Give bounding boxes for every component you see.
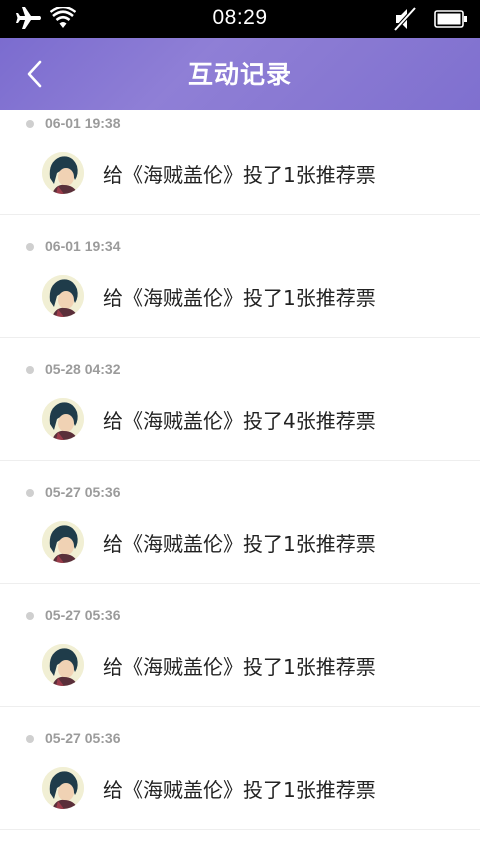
record-timestamp: 05-27 05:36 <box>45 730 121 746</box>
timeline-dot <box>26 489 34 497</box>
record-text: 给《海贼盖伦》投了4张推荐票 <box>103 409 376 433</box>
avatar[interactable] <box>42 521 84 563</box>
timeline-dot <box>26 735 34 743</box>
page-title: 互动记录 <box>187 60 292 89</box>
record-text: 给《海贼盖伦》投了1张推荐票 <box>103 778 376 802</box>
list-item[interactable]: 05-27 05:36 给《海贼盖伦》投了1张推荐票 <box>0 461 480 584</box>
record-timestamp: 06-01 19:38 <box>45 115 121 131</box>
status-bar: 08:29 <box>0 0 480 38</box>
avatar[interactable] <box>42 767 84 809</box>
record-timestamp: 05-27 05:36 <box>45 607 121 623</box>
list-item[interactable]: 05-27 05:36 给《海贼盖伦》投了1张推荐票 <box>0 584 480 707</box>
mute-icon <box>393 6 417 35</box>
timeline-dot <box>26 243 34 251</box>
record-text: 给《海贼盖伦》投了1张推荐票 <box>103 163 376 187</box>
interaction-record-list[interactable]: 06-01 19:38 给《海贼盖伦》投了1张推荐票 06-01 19:34 给… <box>0 92 480 830</box>
record-text: 给《海贼盖伦》投了1张推荐票 <box>103 532 376 556</box>
list-item[interactable]: 05-27 05:36 给《海贼盖伦》投了1张推荐票 <box>0 707 480 830</box>
list-item[interactable]: 06-01 19:34 给《海贼盖伦》投了1张推荐票 <box>0 215 480 338</box>
timeline-dot <box>26 366 34 374</box>
list-item[interactable]: 06-01 19:38 给《海贼盖伦》投了1张推荐票 <box>0 92 480 215</box>
timeline-dot <box>26 612 34 620</box>
record-timestamp: 05-28 04:32 <box>45 361 121 377</box>
avatar[interactable] <box>42 644 84 686</box>
record-timestamp: 05-27 05:36 <box>45 484 121 500</box>
list-item[interactable]: 05-28 04:32 给《海贼盖伦》投了4张推荐票 <box>0 338 480 461</box>
record-text: 给《海贼盖伦》投了1张推荐票 <box>103 286 376 310</box>
timeline-dot <box>26 120 34 128</box>
avatar[interactable] <box>42 275 84 317</box>
battery-icon <box>434 10 468 32</box>
avatar[interactable] <box>42 152 84 194</box>
record-timestamp: 06-01 19:34 <box>45 238 121 254</box>
record-text: 给《海贼盖伦》投了1张推荐票 <box>103 655 376 679</box>
status-right-icons <box>393 6 468 35</box>
avatar[interactable] <box>42 398 84 440</box>
